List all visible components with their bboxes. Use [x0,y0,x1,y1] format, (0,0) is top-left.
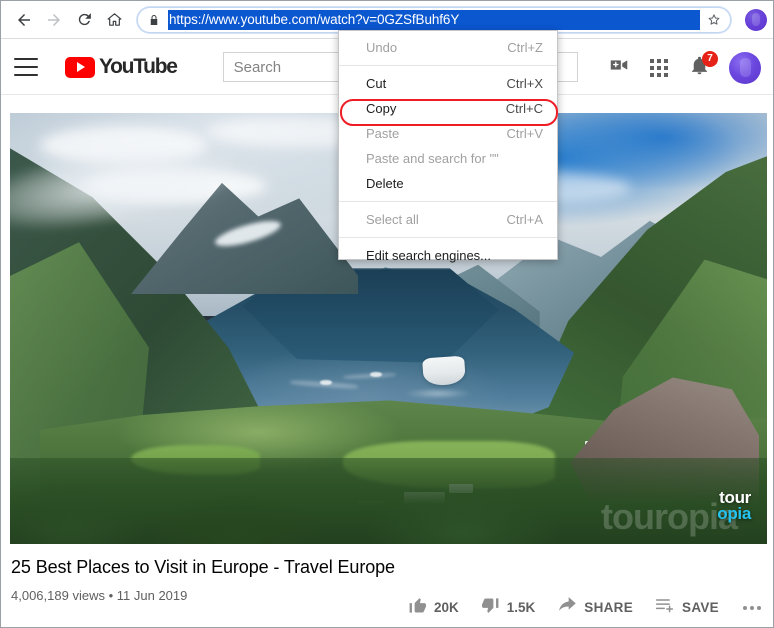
account-avatar[interactable] [729,51,761,84]
youtube-header-actions: 7 [599,40,765,95]
search-placeholder: Search [233,58,282,76]
video-action-bar: 20K 1.5K SHARE SAVE [386,595,767,620]
star-icon[interactable] [706,12,722,28]
thumbs-up-icon [408,596,427,620]
hamburger-menu-icon[interactable] [14,58,38,76]
save-label: SAVE [682,600,719,615]
home-icon [106,11,123,28]
create-video-button[interactable] [599,48,639,88]
menu-label: Delete [366,176,404,191]
create-video-icon [608,54,630,81]
dislike-button[interactable]: 1.5K [481,596,536,620]
context-menu-item-undo[interactable]: Undo Ctrl+Z [339,35,557,60]
youtube-logo[interactable]: YouTube [65,55,178,79]
context-menu-item-edit-search-engines[interactable]: Edit search engines... [339,243,557,268]
context-menu-item-delete[interactable]: Delete [339,171,557,196]
menu-label: Paste and search for "" [366,151,499,166]
menu-separator [339,65,557,66]
url-input[interactable]: https://www.youtube.com/watch?v=0GZSfBuh… [168,9,700,30]
more-actions-icon[interactable] [743,605,761,610]
thumbs-down-icon [481,596,500,620]
foreground-forest [10,457,767,544]
save-playlist-icon [655,595,675,620]
reload-icon [76,11,93,28]
youtube-play-icon [65,56,95,78]
context-menu-item-copy[interactable]: Copy Ctrl+C [339,96,557,121]
stats-separator: • [108,588,114,603]
menu-label: Edit search engines... [366,248,492,263]
menu-label: Select all [366,212,419,227]
like-button[interactable]: 20K [408,596,459,620]
menu-separator [339,237,557,238]
menu-label: Cut [366,76,387,91]
menu-shortcut: Ctrl+X [506,76,543,91]
context-menu-item-paste-and-search[interactable]: Paste and search for "" [339,146,557,171]
menu-label: Undo [366,40,398,55]
ship-wake [403,388,472,399]
home-button[interactable] [99,5,129,35]
video-metadata: 25 Best Places to Visit in Europe - Trav… [11,557,395,603]
publish-date: 11 Jun 2019 [116,588,188,603]
save-button[interactable]: SAVE [655,595,719,620]
view-count: 4,006,189 views [11,588,105,603]
forward-arrow-icon [45,11,63,29]
address-bar[interactable]: https://www.youtube.com/watch?v=0GZSfBuh… [137,6,731,33]
notification-count-badge: 7 [702,50,718,67]
back-button[interactable] [9,5,39,35]
menu-label: Copy [366,101,397,116]
context-menu-item-cut[interactable]: Cut Ctrl+X [339,71,557,96]
youtube-logo-text: YouTube [99,55,178,78]
context-menu-item-paste[interactable]: Paste Ctrl+V [339,121,557,146]
browser-profile-avatar[interactable] [745,8,767,31]
browser-window: https://www.youtube.com/watch?v=0GZSfBuh… [0,0,774,628]
menu-separator [339,201,557,202]
reload-button[interactable] [69,5,99,35]
notifications-button[interactable]: 7 [679,48,719,88]
padlock-icon [148,13,160,27]
menu-shortcut: Ctrl+V [506,126,543,141]
share-icon [557,595,577,620]
apps-grid-icon [650,58,668,77]
back-arrow-icon [15,11,33,29]
like-count: 20K [433,600,459,615]
context-menu-item-select-all[interactable]: Select all Ctrl+A [339,207,557,232]
menu-shortcut: Ctrl+C [505,101,543,116]
forward-button[interactable] [39,5,69,35]
video-title: 25 Best Places to Visit in Europe - Trav… [11,557,395,577]
address-bar-context-menu[interactable]: Undo Ctrl+Z Cut Ctrl+X Copy Ctrl+C Paste… [338,30,558,263]
menu-shortcut: Ctrl+A [506,212,543,227]
menu-label: Paste [366,126,400,141]
share-label: SHARE [584,600,634,615]
video-stats: 4,006,189 views • 11 Jun 2019 [11,588,395,603]
dislike-count: 1.5K [506,600,536,615]
menu-shortcut: Ctrl+Z [507,40,543,55]
share-button[interactable]: SHARE [557,595,633,620]
apps-button[interactable] [639,48,679,88]
